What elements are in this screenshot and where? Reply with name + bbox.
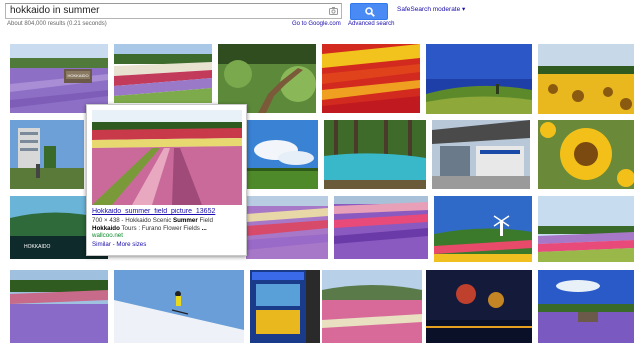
search-icon — [365, 7, 375, 17]
lavender-rows-image — [334, 196, 428, 259]
outlet-mall-image — [432, 120, 530, 189]
image-thumbnail[interactable] — [322, 44, 420, 113]
green-field-sky-image — [246, 120, 318, 189]
forest-boardwalk-image — [218, 44, 316, 113]
search-button[interactable] — [350, 3, 388, 20]
results-count: About 804,000 results (0.21 seconds) — [7, 21, 107, 27]
preview-dimensions: 700 × 438 - Hokkaido Scenic Summer Field — [92, 217, 213, 224]
image-thumbnail[interactable] — [10, 270, 108, 343]
top-bar: hokkaido in summer SafeSearch moderate ▾… — [0, 0, 640, 36]
similar-link[interactable]: Similar — [92, 241, 111, 248]
image-preview-popup[interactable]: Hokkaido_summer_field_picture_13652 700 … — [86, 104, 247, 256]
windmill-field-image — [434, 196, 532, 262]
pink-flower-field-image — [322, 270, 422, 343]
flower-stripes-image — [246, 196, 328, 259]
hill-sky-image — [426, 44, 532, 114]
image-thumbnail[interactable] — [114, 44, 212, 103]
colorful-field-image — [538, 196, 634, 262]
image-thumbnail[interactable] — [334, 196, 428, 259]
image-thumbnail[interactable] — [538, 120, 634, 189]
image-thumbnail[interactable] — [434, 196, 532, 262]
camera-icon[interactable] — [329, 7, 338, 15]
safesearch-dropdown[interactable]: SafeSearch moderate ▾ — [397, 5, 465, 13]
search-input[interactable]: hokkaido in summer — [5, 3, 342, 19]
preview-description: Hokkaido Tours : Furano Flower Fields ..… — [92, 225, 207, 232]
purple-field-image — [10, 270, 108, 343]
image-thumbnail[interactable] — [246, 196, 328, 259]
lavender-sign-image — [538, 270, 634, 343]
preview-image[interactable] — [92, 110, 242, 205]
image-thumbnail[interactable] — [538, 196, 634, 262]
image-thumbnail[interactable] — [538, 44, 634, 114]
bluray-cover-image — [250, 270, 320, 343]
hokkaido-logo-text: HOKKAIDO — [24, 244, 51, 250]
lavender-field-image: HOKKAIDO — [10, 44, 108, 113]
image-thumbnail[interactable] — [114, 270, 244, 343]
fireworks-image — [426, 270, 532, 343]
sunflower-closeup-image — [538, 120, 634, 189]
goto-google-link[interactable]: Go to Google.com — [292, 21, 341, 27]
image-thumbnail[interactable] — [538, 270, 634, 343]
summer-field-image — [92, 110, 242, 205]
search-query: hokkaido in summer — [10, 5, 100, 16]
image-thumbnail[interactable] — [432, 120, 530, 189]
preview-title-link[interactable]: Hokkaido_summer_field_picture_13652 — [92, 208, 244, 215]
image-thumbnail[interactable]: HOKKAIDO — [10, 44, 108, 113]
more-sizes-link[interactable]: More sizes — [116, 241, 146, 248]
skier-image — [114, 270, 244, 343]
city-square-image — [10, 120, 84, 189]
flower-fields-image — [114, 44, 212, 103]
advanced-search-link[interactable]: Advanced search — [348, 21, 394, 27]
image-thumbnail[interactable] — [218, 44, 316, 113]
header-links: Go to Google.com Advanced search — [292, 21, 400, 27]
preview-links: Similar - More sizes — [92, 241, 147, 248]
hokkaido-sign-text: HOKKAIDO — [67, 73, 88, 78]
image-thumbnail[interactable] — [250, 270, 320, 343]
image-thumbnail[interactable] — [426, 44, 532, 114]
image-thumbnail[interactable] — [246, 120, 318, 189]
preview-url: wallcoo.net — [92, 232, 123, 239]
image-thumbnail[interactable] — [426, 270, 532, 343]
image-thumbnail[interactable] — [322, 270, 422, 343]
blue-pond-image — [324, 120, 426, 189]
tulip-field-image — [322, 44, 420, 113]
sunflower-field-image — [538, 44, 634, 114]
image-thumbnail[interactable] — [10, 120, 84, 189]
image-thumbnail[interactable] — [324, 120, 426, 189]
